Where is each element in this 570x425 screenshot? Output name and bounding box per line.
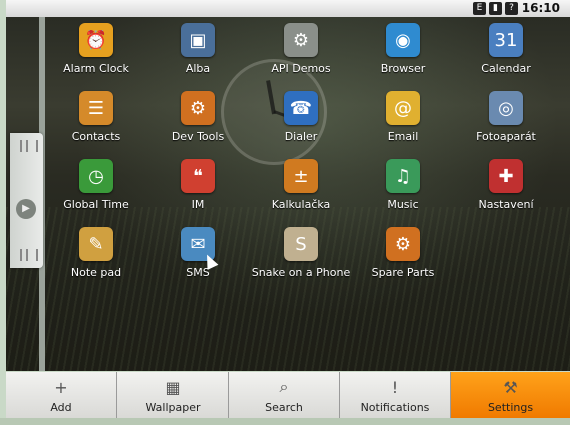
app-label: Kalkulačka — [271, 198, 331, 211]
notification-icon: ! — [391, 377, 399, 397]
missing-sim-icon: ? — [505, 2, 518, 15]
dock-settings-button[interactable]: ⚒ Settings — [451, 372, 570, 418]
photo-album-icon: ▣ — [181, 23, 215, 57]
gear-icon: ⚙ — [181, 91, 215, 125]
chat-bubbles-icon: ❝ — [181, 159, 215, 193]
alarm-clock-icon: ⏰ — [79, 23, 113, 57]
wallpaper-icon: ▦ — [165, 377, 181, 397]
app-label: Note pad — [70, 266, 122, 279]
dock-label: Add — [50, 401, 72, 414]
dock-add-button[interactable]: + Add — [6, 372, 117, 418]
app-label: IM — [191, 198, 205, 211]
app-contacts[interactable]: ☰ Contacts — [41, 91, 151, 143]
drawer-handle[interactable]: ▶ — [10, 133, 43, 268]
app-music[interactable]: ♫ Music — [348, 159, 458, 211]
app-label: Snake on a Phone — [251, 266, 351, 279]
dock-label: Wallpaper — [145, 401, 201, 414]
app-email[interactable]: @ Email — [348, 91, 458, 143]
music-icon: ♫ — [386, 159, 420, 193]
app-calendar[interactable]: 31 Calendar — [451, 23, 561, 75]
world-clock-icon: ◷ — [79, 159, 113, 193]
app-browser[interactable]: ◉ Browser — [348, 23, 458, 75]
grip-top — [20, 140, 38, 152]
app-drawer: ⏰ Alarm Clock ▣ Alba ⚙ API Demos ◉ Browser 31 Cal… — [6, 17, 570, 371]
play-arrow-icon: ▶ — [16, 199, 36, 219]
calendar-icon: 31 — [489, 23, 523, 57]
app-label: Music — [387, 198, 419, 211]
camera-icon: ◎ — [489, 91, 523, 125]
data-connection-icon: E — [473, 2, 486, 15]
app-label: Nastavení — [478, 198, 534, 211]
app-label: Global Time — [63, 198, 129, 211]
settings-icon: ⚒ — [503, 377, 518, 397]
app-nastavení[interactable]: ✚ Nastavení — [451, 159, 561, 211]
frame-bottom — [0, 418, 570, 425]
device-frame: E ▮ ? 16:10 ⏰ Alarm Clock ▣ Alba ⚙ API Demos ◉… — [0, 0, 570, 425]
app-label: Contacts — [71, 130, 121, 143]
app-dialer[interactable]: ☎ Dialer — [246, 91, 356, 143]
app-api-demos[interactable]: ⚙ API Demos — [246, 23, 356, 75]
app-sms[interactable]: ✉ SMS — [143, 227, 253, 279]
app-label: API Demos — [271, 62, 331, 75]
contacts-icon: ☰ — [79, 91, 113, 125]
app-kalkulačka[interactable]: ± Kalkulačka — [246, 159, 356, 211]
bottom-dock: + Add ▦ Wallpaper ⌕ Search! Notifications ⚒ Sett… — [6, 372, 570, 418]
signal-strength-icon: ▮ — [489, 2, 502, 15]
app-alba[interactable]: ▣ Alba — [143, 23, 253, 75]
dock-label: Settings — [487, 401, 534, 414]
spare-parts-gear-icon: ⚙ — [386, 227, 420, 261]
app-spare-parts[interactable]: ⚙ Spare Parts — [348, 227, 458, 279]
snake-game-icon: S — [284, 227, 318, 261]
globe-icon: ◉ — [386, 23, 420, 57]
phone-icon: ☎ — [284, 91, 318, 125]
app-dev-tools[interactable]: ⚙ Dev Tools — [143, 91, 253, 143]
status-clock: 16:10 — [521, 1, 560, 15]
app-snake-on-a-phone[interactable]: S Snake on a Phone — [246, 227, 356, 279]
add-icon: + — [54, 377, 68, 397]
app-label: Calendar — [481, 62, 531, 75]
status-bar: E ▮ ? 16:10 — [6, 0, 570, 17]
app-fotoaparát[interactable]: ◎ Fotoaparát — [451, 91, 561, 143]
settings-tools-icon: ✚ — [489, 159, 523, 193]
app-label: Alba — [185, 62, 211, 75]
app-label: Dev Tools — [171, 130, 225, 143]
folder-gear-icon: ⚙ — [284, 23, 318, 57]
app-label: Browser — [380, 62, 426, 75]
app-label: SMS — [186, 266, 210, 279]
dock-notifications-button[interactable]: ! Notifications — [340, 372, 451, 418]
app-global-time[interactable]: ◷ Global Time — [41, 159, 151, 211]
grip-bottom — [20, 249, 38, 261]
search-icon: ⌕ — [279, 377, 289, 396]
app-label: Email — [387, 130, 419, 143]
dock-label: Notifications — [360, 401, 430, 414]
dock-label: Search — [265, 401, 303, 414]
calculator-icon: ± — [284, 159, 318, 193]
app-note-pad[interactable]: ✎ Note pad — [41, 227, 151, 279]
email-icon: @ — [386, 91, 420, 125]
app-im[interactable]: ❝ IM — [143, 159, 253, 211]
app-label: Spare Parts — [371, 266, 435, 279]
app-alarm-clock[interactable]: ⏰ Alarm Clock — [41, 23, 151, 75]
dock-wallpaper-button[interactable]: ▦ Wallpaper — [118, 372, 229, 418]
app-label: Fotoaparát — [476, 130, 536, 143]
dock-search-button[interactable]: ⌕ Search — [229, 372, 340, 418]
app-label: Dialer — [284, 130, 318, 143]
app-label: Alarm Clock — [63, 62, 129, 75]
notepad-icon: ✎ — [79, 227, 113, 261]
